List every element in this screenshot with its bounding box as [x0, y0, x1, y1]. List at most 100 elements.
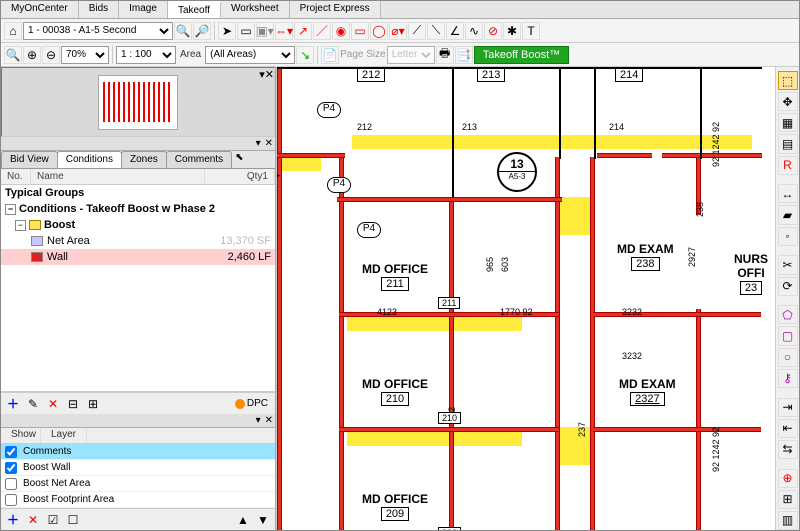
- purple-key-icon[interactable]: ⚷: [778, 369, 798, 388]
- marker-icon[interactable]: ◉: [332, 22, 350, 40]
- export-icon[interactable]: ⇥: [778, 398, 798, 417]
- page-select[interactable]: 1 - 00038 - A1-5 Second: [23, 22, 173, 40]
- panel-close-icon[interactable]: ✕: [263, 138, 275, 149]
- takeoff-boost-button[interactable]: Takeoff Boost™: [474, 46, 569, 64]
- red-move-icon[interactable]: ⇔▾: [275, 22, 293, 40]
- tool-x-icon[interactable]: ⊞: [778, 490, 798, 509]
- select-tool-icon[interactable]: ⬚: [778, 71, 798, 90]
- area-tool-icon[interactable]: ▰: [778, 205, 798, 224]
- purple-circle-icon[interactable]: ○: [778, 348, 798, 367]
- delete-button[interactable]: ✕: [44, 395, 62, 413]
- main-tab-projectexpress[interactable]: Project Express: [290, 1, 381, 18]
- layer-checkbox[interactable]: [5, 446, 17, 458]
- arrow-icon[interactable]: ➤: [218, 22, 236, 40]
- collapse-icon[interactable]: −: [15, 220, 26, 231]
- main-tab-bids[interactable]: Bids: [79, 1, 119, 18]
- scissors-icon[interactable]: ✂: [778, 255, 798, 274]
- print-icon[interactable]: 🖶: [436, 46, 454, 64]
- zoom-in-icon[interactable]: 🔎: [193, 22, 211, 40]
- layer-delete-button[interactable]: ✕: [24, 511, 42, 529]
- layer-row[interactable]: Comments: [1, 444, 275, 460]
- main-tab-myoncenter[interactable]: MyOnCenter: [1, 1, 79, 18]
- purple-box-icon[interactable]: ▢: [778, 326, 798, 345]
- cond-tab-comments[interactable]: Comments: [166, 151, 232, 168]
- gear-icon[interactable]: ✱: [503, 22, 521, 40]
- tree-item[interactable]: Net Area13,370 SF: [1, 233, 275, 249]
- pdf-icon[interactable]: 📑: [455, 46, 473, 64]
- conditions-tree[interactable]: Typical Groups −Conditions - Takeoff Boo…: [1, 185, 275, 392]
- layer-checkbox[interactable]: [5, 478, 17, 490]
- dimension-text: 213: [462, 122, 477, 132]
- circle-icon[interactable]: ◯: [370, 22, 388, 40]
- layer-row[interactable]: Boost Net Area: [1, 476, 275, 492]
- panel-close-icon[interactable]: ✕: [263, 415, 275, 426]
- shape2-icon[interactable]: ⟍: [427, 22, 445, 40]
- layer-row[interactable]: Boost Footprint Area: [1, 492, 275, 508]
- scale-select[interactable]: 1 : 100: [116, 46, 176, 64]
- panel-down-icon[interactable]: ▾: [254, 138, 263, 149]
- zoom-out2-icon[interactable]: ⊖: [42, 46, 60, 64]
- scale-down-icon[interactable]: ↘: [296, 46, 314, 64]
- cond-tab-zones[interactable]: Zones: [121, 151, 167, 168]
- layer-add-button[interactable]: ＋: [4, 511, 22, 529]
- insert-button[interactable]: ⊟: [64, 395, 82, 413]
- doc-icon[interactable]: 📄: [321, 46, 339, 64]
- dpc-button[interactable]: DPC: [231, 396, 272, 411]
- move-tool-icon[interactable]: ✥: [778, 92, 798, 111]
- swap-icon[interactable]: ⇆: [778, 440, 798, 459]
- group-square-icon[interactable]: ▣▾: [256, 22, 274, 40]
- stop-icon[interactable]: ⊘: [484, 22, 502, 40]
- main-tab-image[interactable]: Image: [119, 1, 168, 18]
- edit-button[interactable]: ✎: [24, 395, 42, 413]
- purple-shape-icon[interactable]: ⬠: [778, 305, 798, 324]
- pagesize-select[interactable]: Letter: [387, 46, 435, 64]
- insert2-button[interactable]: ⊞: [84, 395, 102, 413]
- measure-icon[interactable]: ↔: [778, 184, 798, 203]
- tree-typical[interactable]: Typical Groups: [1, 185, 275, 201]
- main-tab-takeoff[interactable]: Takeoff: [168, 1, 221, 18]
- panel-down-icon[interactable]: ▾: [254, 415, 263, 426]
- home-icon[interactable]: ⌂: [4, 22, 22, 40]
- layer-checkall-button[interactable]: ☑: [44, 511, 62, 529]
- tree-root[interactable]: −Conditions - Takeoff Boost w Phase 2: [1, 201, 275, 217]
- zoom-out-icon[interactable]: 🔍: [174, 22, 192, 40]
- rect-icon[interactable]: ▭: [351, 22, 369, 40]
- select-icon[interactable]: ▭: [237, 22, 255, 40]
- curve-icon[interactable]: ∿: [465, 22, 483, 40]
- shape1-icon[interactable]: ⟋: [408, 22, 426, 40]
- layer-down-button[interactable]: ▼: [254, 511, 272, 529]
- count-tool-icon[interactable]: ◦: [778, 227, 798, 246]
- area-select[interactable]: (All Areas): [205, 46, 295, 64]
- close-icon[interactable]: ✕: [265, 68, 274, 81]
- tool-y-icon[interactable]: ▥: [778, 511, 798, 530]
- drawing-canvas[interactable]: MD OFFICE211MD OFFICE210MD OFFICE209MD E…: [276, 67, 775, 530]
- zoom-in2-icon[interactable]: ⊕: [23, 46, 41, 64]
- rotate-icon[interactable]: ⟳: [778, 277, 798, 296]
- text-tool-icon[interactable]: R: [778, 156, 798, 175]
- layer-row[interactable]: Boost Wall: [1, 460, 275, 476]
- tree-folder[interactable]: −Boost: [1, 217, 275, 233]
- layer-list[interactable]: CommentsBoost WallBoost Net AreaBoost Fo…: [1, 444, 275, 508]
- main-tab-worksheet[interactable]: Worksheet: [221, 1, 290, 18]
- grid-tool-icon[interactable]: ▤: [778, 134, 798, 153]
- add-button[interactable]: ＋: [4, 395, 22, 413]
- layer-uncheckall-button[interactable]: ☐: [64, 511, 82, 529]
- angle-icon[interactable]: ∠: [446, 22, 464, 40]
- line-icon[interactable]: ／: [313, 22, 331, 40]
- layer-up-button[interactable]: ▲: [234, 511, 252, 529]
- cond-tab-bidview[interactable]: Bid View: [1, 151, 58, 168]
- arrow-up-icon[interactable]: ↗: [294, 22, 312, 40]
- tree-item[interactable]: Wall2,460 LF: [1, 249, 275, 265]
- target-icon[interactable]: ⊕: [778, 469, 798, 488]
- zoom-mag-icon[interactable]: 🔍: [4, 46, 22, 64]
- thumbnail-strip[interactable]: ▾✕: [1, 67, 275, 137]
- text-icon[interactable]: T: [522, 22, 540, 40]
- collapse-icon[interactable]: −: [5, 204, 16, 215]
- cond-tab-conditions[interactable]: Conditions: [57, 151, 122, 168]
- strike-icon[interactable]: ⌀▾: [389, 22, 407, 40]
- box-tool-icon[interactable]: ▦: [778, 113, 798, 132]
- layer-checkbox[interactable]: [5, 462, 17, 474]
- zoom-select[interactable]: 70%: [61, 46, 109, 64]
- import-icon[interactable]: ⇤: [778, 419, 798, 438]
- layer-checkbox[interactable]: [5, 494, 17, 506]
